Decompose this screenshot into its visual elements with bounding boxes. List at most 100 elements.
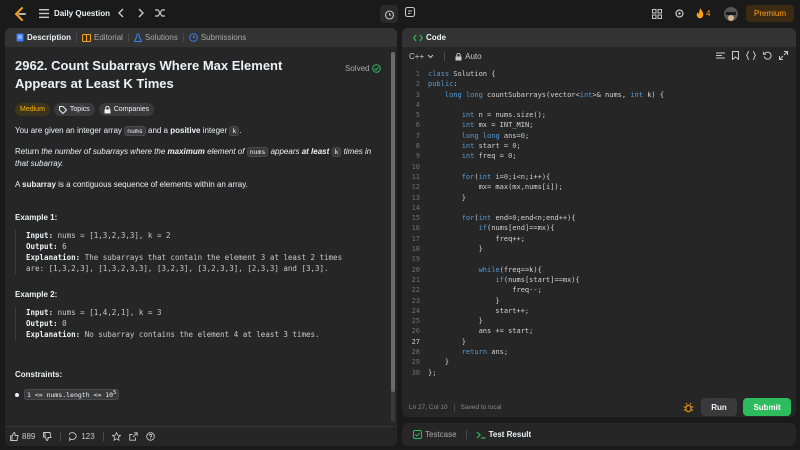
code-line[interactable]: 24 start++;: [402, 306, 796, 316]
code-line[interactable]: 16 if(nums[end]==mx){: [402, 223, 796, 233]
tab-code[interactable]: Code: [408, 28, 451, 47]
bookmark-icon[interactable]: [732, 51, 739, 60]
line-number: 10: [411, 162, 420, 171]
braces-icon[interactable]: [746, 51, 756, 60]
like-button[interactable]: 889: [10, 432, 35, 441]
run-button[interactable]: Run: [701, 398, 737, 416]
help-button[interactable]: [145, 432, 155, 441]
code-editor[interactable]: 1 class Solution {2 public: 3 long long cou…: [402, 69, 796, 389]
code-text: long long ans=0;: [461, 131, 530, 140]
tab-test-result[interactable]: Test Result: [471, 425, 537, 444]
code-text: int mx = INT_MIN;: [461, 121, 534, 130]
editor-tools: [716, 51, 788, 60]
submit-button[interactable]: Submit: [743, 398, 791, 416]
code-line[interactable]: 21 if(nums[start]==mx){: [402, 275, 796, 285]
code-line[interactable]: 27 }: [402, 337, 796, 347]
premium-button[interactable]: Premium: [746, 5, 794, 22]
scrollbar-thumb[interactable]: [391, 52, 395, 392]
code-text: return ans;: [461, 348, 509, 357]
daily-question-title[interactable]: Daily Question: [54, 9, 110, 18]
language-select[interactable]: C++: [409, 52, 434, 61]
code-line[interactable]: 11 for(int i=0;i<n;i++){: [402, 172, 796, 182]
top-bar: Daily Question 4 Premium: [0, 0, 800, 27]
tab-solutions[interactable]: Solutions: [129, 28, 183, 47]
code-line[interactable]: 5 int n = nums.size();: [402, 110, 796, 120]
debug-bug-icon[interactable]: [683, 402, 694, 413]
user-avatar[interactable]: [724, 7, 738, 21]
code-line[interactable]: 29 }: [402, 357, 796, 367]
line-number: 4: [415, 100, 420, 109]
companies-badge[interactable]: Companies: [98, 103, 155, 116]
code-text: class Solution {: [428, 70, 496, 78]
notes-icon[interactable]: [404, 6, 416, 18]
code-line[interactable]: 30};: [402, 368, 796, 378]
constraints-title: Constraints:: [15, 370, 63, 379]
code-line[interactable]: 22 freq--;: [402, 285, 796, 295]
scrollbar[interactable]: [391, 52, 395, 422]
chevron-left-icon[interactable]: [117, 8, 125, 18]
reset-icon[interactable]: [763, 51, 772, 60]
code-panel: Code C++ Auto 1 class Solution {2 publi…: [402, 28, 796, 417]
auto-mode-toggle[interactable]: Auto: [455, 52, 482, 61]
code-line[interactable]: 10: [402, 162, 796, 172]
line-number: 29: [411, 358, 420, 367]
fire-icon: [696, 8, 704, 19]
save-status: Saved to local: [460, 404, 502, 411]
code-line[interactable]: 8 int start = 0;: [402, 141, 796, 151]
share-button[interactable]: [129, 432, 138, 441]
tab-description[interactable]: Description: [11, 28, 76, 47]
code-text: };: [428, 368, 437, 377]
code-line[interactable]: 26 ans += start;: [402, 326, 796, 336]
shuffle-icon[interactable]: [155, 8, 166, 18]
line-number: 1: [415, 70, 420, 78]
status-divider: [453, 404, 455, 412]
code-line[interactable]: 2 public:: [402, 79, 796, 89]
code-line[interactable]: 6 int mx = INT_MIN;: [402, 120, 796, 130]
code-line[interactable]: 20 while(freq==k){: [402, 265, 796, 275]
code-line[interactable]: 12 mx= max(mx,nums[i]);: [402, 182, 796, 192]
line-number: 8: [415, 142, 420, 151]
code-line[interactable]: 13 }: [402, 193, 796, 203]
comments-button[interactable]: 123: [69, 432, 95, 441]
statement-paragraph-1: You are given an integer array nums and …: [15, 126, 242, 136]
dislike-button[interactable]: [43, 432, 52, 441]
code-line[interactable]: 17 freq++;: [402, 234, 796, 244]
code-text: if(nums[end]==mx){: [478, 224, 555, 233]
favorite-button[interactable]: [111, 432, 121, 441]
code-text: if(nums[start]==mx){: [495, 275, 580, 284]
code-line[interactable]: 28 return ans;: [402, 347, 796, 357]
code-line[interactable]: 1 class Solution {: [402, 69, 796, 79]
document-icon: [16, 33, 24, 42]
code-line[interactable]: 25 }: [402, 316, 796, 326]
code-line[interactable]: 15 for(int end=0;end<n;end++){: [402, 213, 796, 223]
tab-editorial[interactable]: Editorial: [77, 28, 128, 47]
alarm-clock-icon[interactable]: [380, 5, 398, 23]
list-menu-icon[interactable]: [39, 9, 49, 18]
line-number: 18: [411, 245, 420, 254]
code-line[interactable]: 3 long long countSubarrays(vector<int>& …: [402, 90, 796, 100]
code-line[interactable]: 19: [402, 254, 796, 264]
constraint-item: 1 <= nums.length <= 105: [15, 389, 379, 401]
tab-submissions[interactable]: Submissions: [184, 28, 251, 47]
streak-counter[interactable]: 4: [696, 8, 710, 19]
code-text: while(freq==k){: [478, 265, 542, 274]
code-line[interactable]: 9 int freq = 0;: [402, 151, 796, 161]
layout-grid-icon[interactable]: [652, 9, 662, 19]
tag-icon: [58, 105, 67, 114]
expand-icon[interactable]: [779, 51, 788, 60]
code-line[interactable]: 7 long long ans=0;: [402, 131, 796, 141]
code-line[interactable]: 4: [402, 100, 796, 110]
line-number: 26: [411, 327, 420, 336]
code-brackets-icon: [413, 34, 423, 42]
code-line[interactable]: 14: [402, 203, 796, 213]
topics-badge[interactable]: Topics: [53, 103, 95, 116]
gear-icon[interactable]: [674, 8, 685, 19]
code-text: }: [428, 317, 483, 326]
format-align-icon[interactable]: [716, 51, 725, 60]
chevron-right-icon[interactable]: [137, 8, 145, 18]
code-line[interactable]: 18 }: [402, 244, 796, 254]
code-line[interactable]: 23 }: [402, 296, 796, 306]
problem-title[interactable]: 2962. Count Subarrays Where Max Element …: [15, 57, 315, 93]
tab-testcase[interactable]: Testcase: [408, 425, 462, 444]
leetcode-logo-icon[interactable]: [12, 6, 28, 22]
